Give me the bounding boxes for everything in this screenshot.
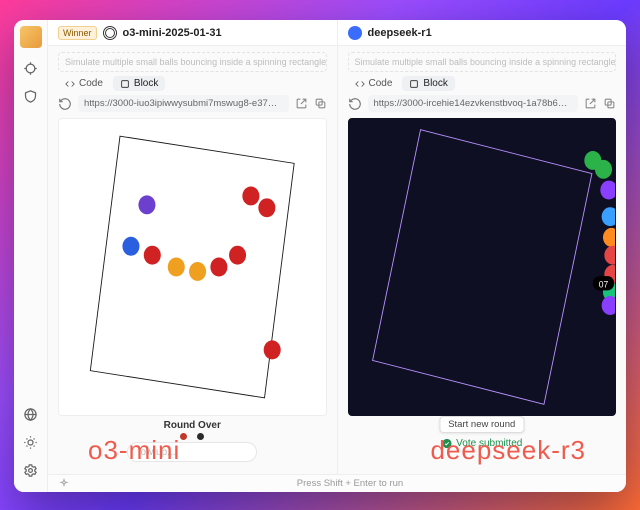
tab-block[interactable]: Block <box>113 76 165 91</box>
deepseek-icon <box>348 26 362 40</box>
gear-icon[interactable] <box>23 462 39 478</box>
sparkle-icon[interactable] <box>58 478 70 490</box>
tab-code[interactable]: Code <box>58 76 110 91</box>
side-rail <box>14 20 48 492</box>
tab-block-label: Block <box>423 78 447 89</box>
address-bar-left: https://3000-iuo3ipiwwysubmi7mswug8-e37d… <box>48 95 337 118</box>
compare-panes: Winner o3-mini-2025-01-31 Simulate multi… <box>48 20 626 474</box>
start-new-round-button[interactable]: Start new round <box>439 416 524 433</box>
url-field-right[interactable]: https://3000-ircehie14ezvkenstbvoq-1a78b… <box>368 95 579 112</box>
open-external-icon[interactable] <box>584 97 597 110</box>
tab-block[interactable]: Block <box>402 76 454 91</box>
openai-icon <box>103 26 117 40</box>
reload-icon[interactable] <box>348 97 362 111</box>
status-bar: Press Shift + Enter to run <box>48 474 626 492</box>
tab-block-label: Block <box>134 78 158 89</box>
open-external-icon[interactable] <box>295 97 308 110</box>
view-tabs-left: Code Block <box>48 76 337 95</box>
model-name-left: o3-mini-2025-01-31 <box>123 27 222 39</box>
svg-text:07: 07 <box>598 279 607 290</box>
simulation-stage-right: 07 <box>348 118 617 416</box>
crosshair-icon[interactable] <box>23 60 39 76</box>
model-name-right: deepseek-r1 <box>368 27 432 39</box>
simulation-stage-left <box>58 118 327 416</box>
pane-header-right: deepseek-r1 <box>338 20 627 46</box>
view-tabs-right: Code Block <box>338 76 627 95</box>
url-field-left[interactable]: https://3000-iuo3ipiwwysubmi7mswug8-e37d… <box>78 95 289 112</box>
pane-footer-right: Start new round Vote submitted deepseek-… <box>338 416 627 474</box>
caption-left: o3-mini <box>88 435 180 466</box>
tab-code-label: Code <box>79 78 103 89</box>
address-bar-right: https://3000-ircehie14ezvkenstbvoq-1a78b… <box>338 95 627 118</box>
keyboard-hint: Press Shift + Enter to run <box>297 478 403 489</box>
copy-icon[interactable] <box>314 97 327 110</box>
shield-icon[interactable] <box>23 88 39 104</box>
avatar[interactable] <box>20 26 42 48</box>
pane-header-left: Winner o3-mini-2025-01-31 <box>48 20 337 46</box>
sun-icon[interactable] <box>23 434 39 450</box>
prompt-preview-right: Simulate multiple small balls bouncing i… <box>348 52 617 72</box>
pane-footer-left: Round Over low up... o3-mini <box>48 416 337 474</box>
main-area: Winner o3-mini-2025-01-31 Simulate multi… <box>48 20 626 492</box>
tab-code[interactable]: Code <box>348 76 400 91</box>
copy-icon[interactable] <box>603 97 616 110</box>
globe-icon[interactable] <box>23 406 39 422</box>
reload-icon[interactable] <box>58 97 72 111</box>
round-over-label: Round Over <box>58 420 327 431</box>
caption-right: deepseek-r3 <box>430 435 586 466</box>
app-window: Winner o3-mini-2025-01-31 Simulate multi… <box>14 20 626 492</box>
pane-right: deepseek-r1 Simulate multiple small ball… <box>338 20 627 474</box>
tab-code-label: Code <box>369 78 393 89</box>
winner-badge: Winner <box>58 26 97 40</box>
pane-left: Winner o3-mini-2025-01-31 Simulate multi… <box>48 20 338 474</box>
prompt-preview-left: Simulate multiple small balls bouncing i… <box>58 52 327 72</box>
